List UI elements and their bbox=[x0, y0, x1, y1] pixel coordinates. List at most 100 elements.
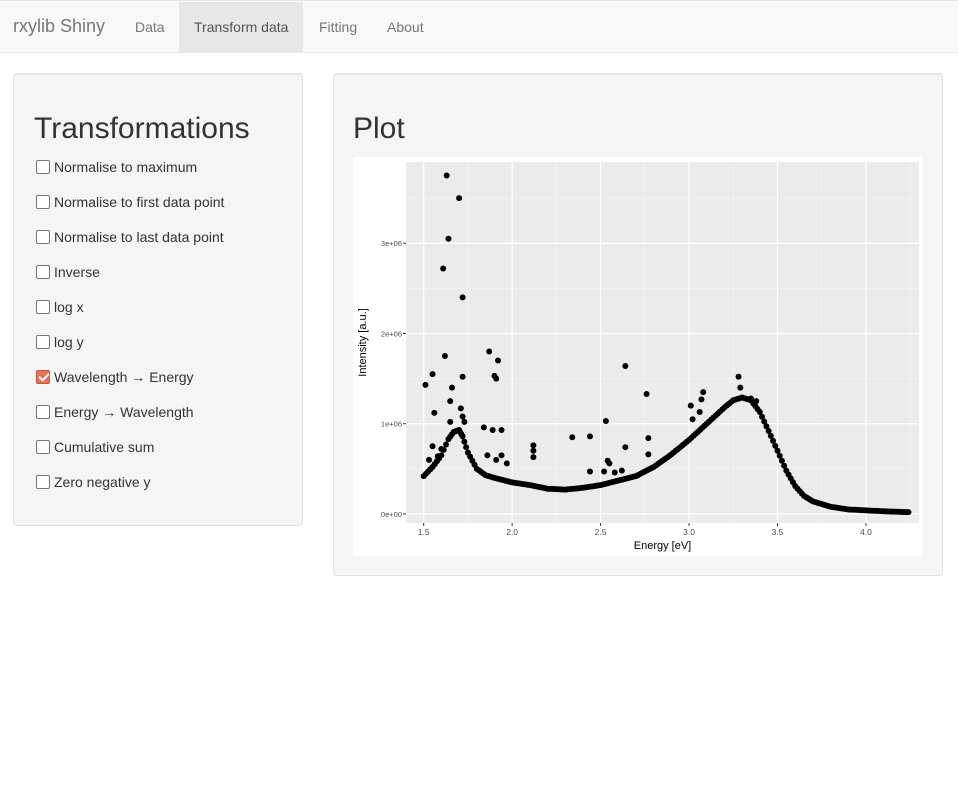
checkbox-label: Energy → Wavelength bbox=[54, 404, 194, 420]
data-point bbox=[457, 405, 464, 412]
checkbox-row[interactable]: log x bbox=[36, 297, 84, 317]
data-point bbox=[422, 381, 429, 388]
checkbox-row[interactable]: Cumulative sum bbox=[36, 437, 154, 457]
sidebar-title: Transformations bbox=[34, 112, 250, 145]
data-point bbox=[484, 452, 491, 459]
checkbox[interactable] bbox=[36, 300, 50, 314]
data-point bbox=[447, 398, 454, 405]
data-point bbox=[530, 442, 537, 449]
data-point bbox=[700, 389, 707, 396]
tab-about[interactable]: About bbox=[372, 2, 439, 53]
y-tick-label: 2e+06 bbox=[381, 329, 402, 338]
data-point bbox=[431, 409, 438, 416]
checkbox[interactable] bbox=[36, 230, 50, 244]
y-tick-label: 1e+06 bbox=[381, 420, 402, 429]
x-tick-label: 1.5 bbox=[418, 527, 430, 537]
data-point bbox=[456, 195, 463, 202]
data-point bbox=[447, 418, 454, 425]
data-point bbox=[606, 460, 613, 467]
checkbox[interactable] bbox=[36, 160, 50, 174]
data-point bbox=[459, 294, 466, 301]
checkbox-checked[interactable] bbox=[36, 370, 50, 384]
checkbox-row[interactable]: Wavelength → Energy bbox=[36, 367, 194, 387]
x-tick-label: 2.5 bbox=[595, 527, 607, 537]
data-point bbox=[618, 467, 625, 474]
checkbox-label: log x bbox=[54, 299, 84, 315]
data-point bbox=[611, 469, 618, 476]
checkbox-row[interactable]: Energy → Wavelength bbox=[36, 402, 194, 422]
tab-transform-data[interactable]: Transform data bbox=[179, 2, 304, 53]
checkbox-label: Normalise to first data point bbox=[54, 194, 225, 210]
data-point bbox=[434, 453, 441, 460]
data-point bbox=[698, 396, 705, 403]
data-point bbox=[622, 444, 629, 451]
data-point bbox=[601, 468, 608, 475]
x-tick-label: 4.0 bbox=[860, 527, 872, 537]
checkbox[interactable] bbox=[36, 335, 50, 349]
plot-output: 1.5 2.0 2.5 3.0 3.5 4.0 0e+00 1e+06 2e+06 3e+06 E… bbox=[353, 157, 923, 556]
data-point bbox=[602, 418, 609, 425]
data-point bbox=[530, 447, 537, 454]
tab-fitting[interactable]: Fitting bbox=[304, 2, 372, 53]
checkbox[interactable] bbox=[36, 475, 50, 489]
data-point bbox=[503, 460, 510, 467]
data-point bbox=[622, 362, 629, 369]
main-title: Plot bbox=[353, 112, 405, 145]
data-point bbox=[498, 427, 505, 434]
data-point bbox=[448, 384, 455, 391]
data-point bbox=[696, 408, 703, 415]
y-tick-label: 0e+00 bbox=[381, 510, 402, 519]
data-point bbox=[493, 456, 500, 463]
data-point bbox=[445, 235, 452, 242]
y-tick-label: 3e+06 bbox=[381, 239, 402, 248]
checkbox-row[interactable]: Normalise to last data point bbox=[36, 227, 224, 247]
data-point bbox=[486, 348, 493, 355]
brand-logo-text[interactable]: rxylib Shiny bbox=[13, 16, 105, 37]
data-point bbox=[905, 509, 912, 516]
data-point bbox=[645, 435, 652, 442]
data-point bbox=[737, 384, 744, 391]
checkbox-row[interactable]: log y bbox=[36, 332, 84, 352]
data-point bbox=[586, 433, 593, 440]
checkbox-row[interactable]: Zero negative y bbox=[36, 472, 151, 492]
data-point bbox=[643, 390, 650, 397]
checkbox-label: Cumulative sum bbox=[54, 439, 155, 455]
checkbox-row[interactable]: Normalise to maximum bbox=[36, 157, 197, 177]
x-tick-label: 2.0 bbox=[506, 527, 518, 537]
data-point bbox=[443, 172, 450, 179]
data-point bbox=[747, 395, 754, 402]
checkbox[interactable] bbox=[36, 265, 50, 279]
data-point bbox=[459, 373, 466, 380]
tab-data[interactable]: Data bbox=[120, 2, 180, 53]
main-panel: Plot 1.5 2.0 2.5 3.0 3.5 4.0 0e+00 1e+06 2e+06 3e… bbox=[333, 73, 943, 576]
data-point bbox=[441, 353, 448, 360]
data-point bbox=[498, 452, 505, 459]
checkbox-row[interactable]: Normalise to first data point bbox=[36, 192, 224, 212]
checkbox-label: Zero negative y bbox=[54, 474, 151, 490]
data-point bbox=[459, 413, 466, 420]
data-point bbox=[530, 454, 537, 461]
checkbox-label: Wavelength → Energy bbox=[54, 369, 194, 385]
data-point bbox=[463, 444, 470, 451]
navbar: rxylib Shiny Data Transform data Fitting… bbox=[0, 0, 958, 53]
checkbox-label: Normalise to maximum bbox=[54, 159, 198, 175]
data-point bbox=[438, 445, 445, 452]
y-axis-label: Intensity [a.u.] bbox=[357, 308, 369, 376]
data-point bbox=[425, 456, 432, 463]
checkbox[interactable] bbox=[36, 440, 50, 454]
checkbox[interactable] bbox=[36, 405, 50, 419]
scatter-chart: 1.5 2.0 2.5 3.0 3.5 4.0 0e+00 1e+06 2e+06 3e+06 E… bbox=[357, 162, 919, 552]
checkbox-label: Inverse bbox=[54, 264, 100, 280]
checkbox-row[interactable]: Inverse bbox=[36, 262, 100, 282]
data-point bbox=[443, 441, 450, 448]
checkbox-label: log y bbox=[54, 334, 84, 350]
data-point bbox=[687, 402, 694, 409]
data-point bbox=[461, 418, 468, 425]
data-point bbox=[480, 424, 487, 431]
checkbox[interactable] bbox=[36, 195, 50, 209]
data-point bbox=[735, 373, 742, 380]
data-point bbox=[461, 438, 468, 445]
data-point bbox=[753, 398, 760, 405]
x-axis-label: Energy [eV] bbox=[634, 540, 691, 552]
data-point bbox=[689, 416, 696, 423]
